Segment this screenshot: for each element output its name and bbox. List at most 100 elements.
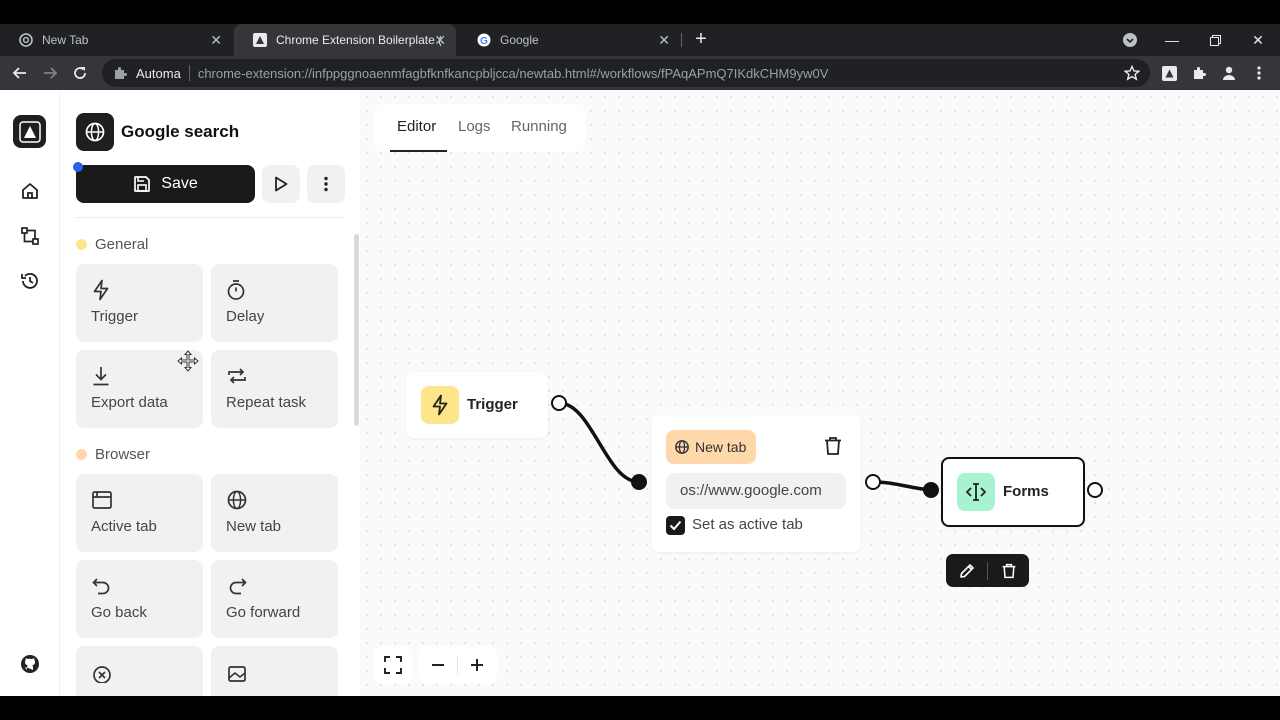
block-trigger[interactable]: Trigger (76, 264, 203, 342)
run-workflow-button[interactable] (262, 165, 300, 203)
category-label: General (95, 236, 148, 253)
restore-button[interactable] (1195, 24, 1235, 56)
profile-icon[interactable] (1220, 64, 1238, 82)
left-rail (0, 90, 60, 696)
redo-icon (226, 574, 323, 598)
forms-input-handle[interactable] (923, 482, 939, 498)
forms-output-handle[interactable] (1087, 482, 1103, 498)
block-go-forward[interactable]: Go forward (211, 560, 338, 638)
browser-toolbar: Automa chrome-extension://infppggnoaenmf… (0, 56, 1280, 90)
extension-name: Automa (136, 66, 181, 81)
forward-icon[interactable] (38, 61, 62, 85)
trigger-output-handle[interactable] (551, 395, 567, 411)
block-repeat-task[interactable]: Repeat task (211, 350, 338, 428)
block-new-tab[interactable]: New tab (211, 474, 338, 552)
download-icon (91, 364, 188, 388)
zoom-out-icon[interactable] (419, 646, 457, 684)
menu-kebab-icon[interactable] (1250, 64, 1268, 82)
tab-title: Google (500, 33, 665, 47)
undo-icon (91, 574, 188, 598)
block-active-tab[interactable]: Active tab (76, 474, 203, 552)
reload-icon[interactable] (68, 61, 92, 85)
close-tab-icon[interactable]: ✕ (658, 32, 670, 49)
edit-pencil-icon[interactable] (946, 554, 987, 587)
blocks-panel: Google search Save General Trigger (60, 90, 360, 696)
home-icon[interactable] (18, 179, 42, 203)
lightning-icon (91, 278, 188, 302)
tab-title: Chrome Extension Boilerplate (w (276, 33, 441, 47)
block-close-tab[interactable] (76, 646, 203, 696)
extensions-icon[interactable] (1190, 64, 1208, 82)
trigger-node[interactable]: Trigger (406, 372, 548, 438)
block-label: Go forward (226, 604, 323, 621)
history-icon[interactable] (18, 269, 42, 293)
close-tab-icon[interactable]: ✕ (210, 32, 222, 49)
tab-separator (681, 33, 682, 47)
block-take-screenshot[interactable] (211, 646, 338, 696)
url-text: chrome-extension://infppggnoaenmfagbfknf… (198, 66, 829, 81)
workflows-icon[interactable] (18, 224, 42, 248)
browser-window: New Tab ✕ Chrome Extension Boilerplate (… (0, 24, 1280, 696)
tab-google[interactable]: G Google ✕ (458, 24, 680, 56)
repeat-icon (226, 364, 323, 388)
panel-divider (76, 217, 344, 218)
tab-extension[interactable]: Chrome Extension Boilerplate (w ✕ (234, 24, 456, 56)
fullscreen-button[interactable] (374, 646, 412, 684)
block-delay[interactable]: Delay (211, 264, 338, 342)
active-tab-checkbox[interactable] (666, 516, 685, 535)
delete-node-icon[interactable] (823, 436, 843, 461)
bookmark-star-icon[interactable] (1124, 65, 1140, 84)
automa-logo[interactable] (13, 115, 46, 148)
svg-text:G: G (480, 36, 488, 47)
new-tab-input-handle[interactable] (631, 474, 647, 490)
close-circle-icon (91, 660, 188, 684)
check-icon (669, 520, 682, 531)
tab-search-icon[interactable] (1110, 24, 1150, 56)
address-bar[interactable]: Automa chrome-extension://infppggnoaenmf… (102, 59, 1150, 87)
forms-node[interactable]: Forms (941, 457, 1085, 527)
tab-title: New Tab (42, 33, 207, 47)
new-tab-output-handle[interactable] (865, 474, 881, 490)
workflow-name[interactable]: Google search (121, 122, 239, 142)
node-actions-toolbar (946, 554, 1029, 587)
omnibox-divider (189, 65, 190, 81)
block-label: Export data (91, 394, 188, 411)
badge-label: New tab (695, 439, 746, 455)
automa-page: Google search Save General Trigger (0, 90, 1280, 696)
automa-extension-icon[interactable] (1160, 64, 1178, 82)
block-label: New tab (226, 518, 323, 535)
more-options-button[interactable] (307, 165, 345, 203)
play-icon (274, 176, 288, 192)
zoom-in-icon[interactable] (458, 646, 496, 684)
panel-scrollbar[interactable] (354, 234, 359, 426)
category-dot (76, 239, 87, 250)
new-tab-button[interactable]: + (690, 29, 712, 51)
workflow-canvas[interactable]: Editor Logs Running Trigger (360, 90, 1280, 696)
save-button[interactable]: Save (76, 165, 255, 203)
tab-new-tab[interactable]: New Tab ✕ (0, 24, 232, 56)
back-icon[interactable] (8, 61, 32, 85)
browser-window-icon (91, 488, 188, 512)
block-go-back[interactable]: Go back (76, 560, 203, 638)
close-tab-icon[interactable]: ✕ (434, 32, 446, 49)
node-title: Forms (1003, 483, 1049, 500)
close-window-button[interactable]: ✕ (1238, 24, 1278, 56)
new-tab-node[interactable]: New tab os://www.google.com Set as activ… (651, 415, 861, 552)
category-general: General (76, 236, 148, 253)
trash-icon[interactable] (988, 554, 1029, 587)
extension-chip: Automa (112, 65, 181, 81)
image-icon (226, 660, 323, 684)
block-label: Delay (226, 308, 323, 325)
category-label: Browser (95, 446, 150, 463)
save-label: Save (161, 175, 197, 193)
globe-icon (226, 488, 323, 512)
tab-strip: New Tab ✕ Chrome Extension Boilerplate (… (0, 24, 1280, 56)
github-icon[interactable] (18, 652, 42, 676)
unsaved-indicator (73, 162, 83, 172)
block-label: Trigger (91, 308, 188, 325)
block-label: Go back (91, 604, 188, 621)
block-label: Active tab (91, 518, 188, 535)
minimize-button[interactable]: — (1152, 24, 1192, 56)
url-input[interactable]: os://www.google.com (666, 473, 846, 509)
more-vertical-icon (324, 176, 328, 192)
